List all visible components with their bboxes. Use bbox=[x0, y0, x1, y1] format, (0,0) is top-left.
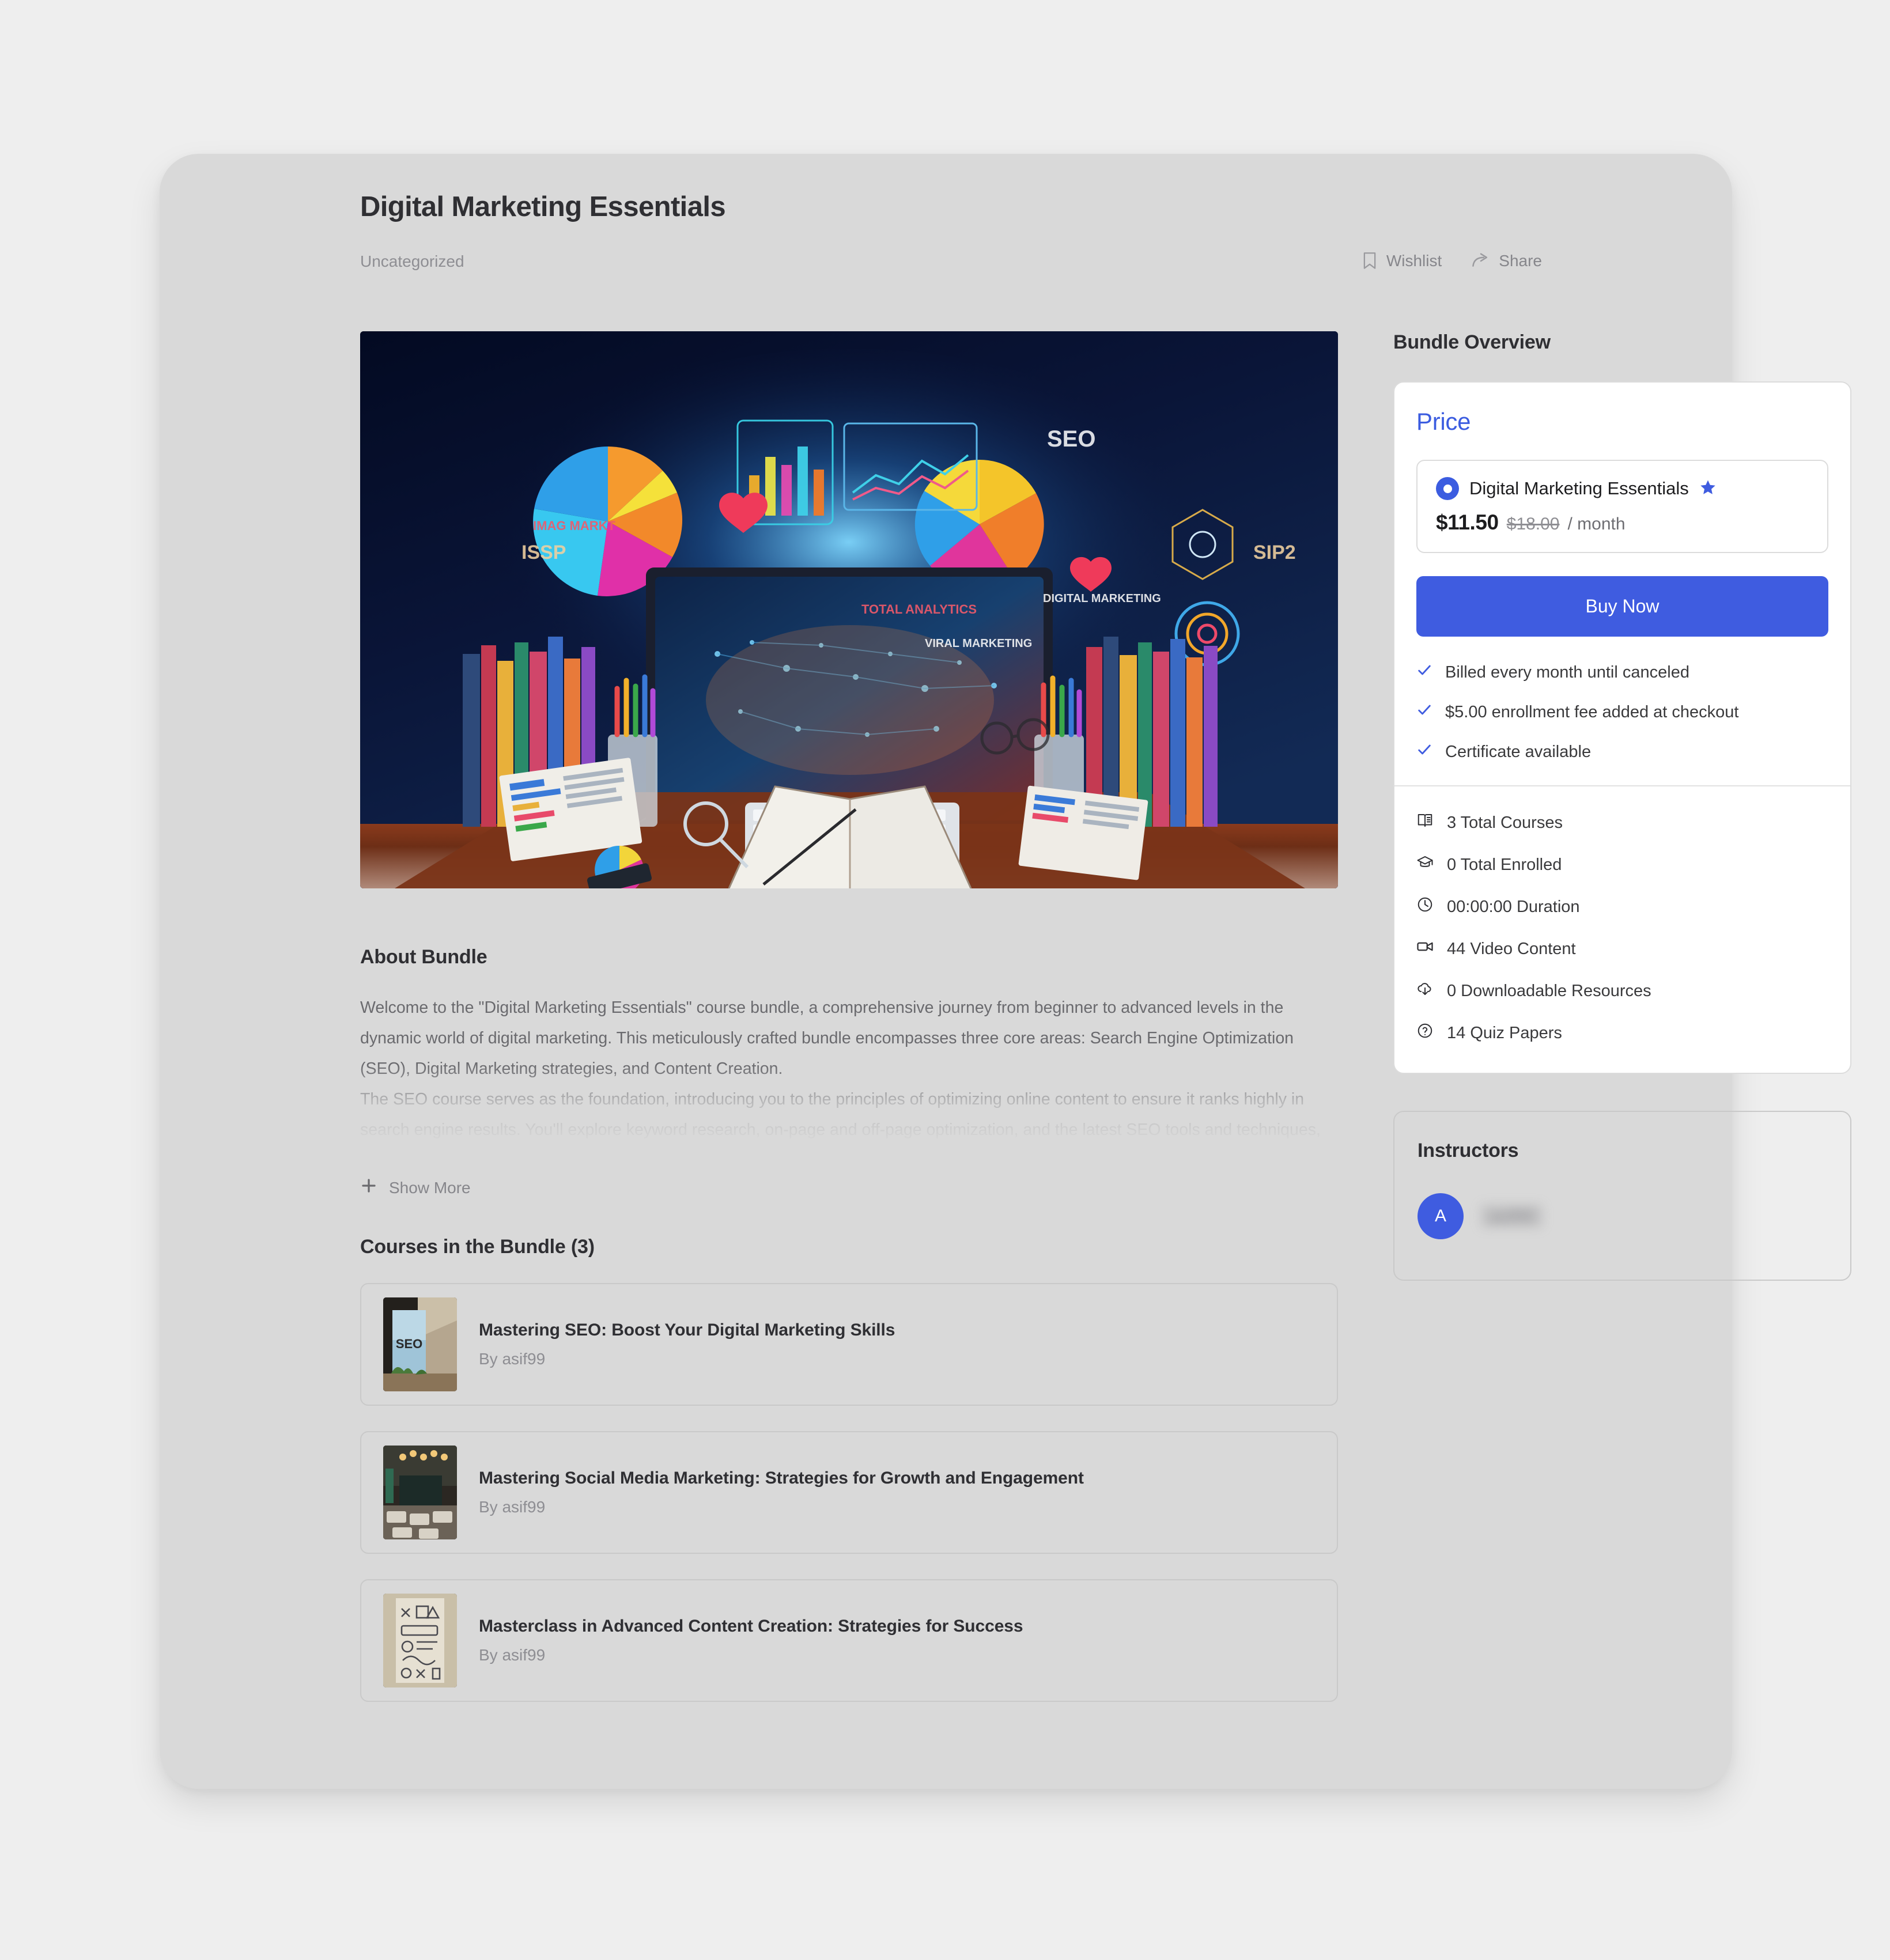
stat-label: 3 Total Courses bbox=[1447, 813, 1563, 832]
social-media-classroom-thumbnail bbox=[383, 1446, 457, 1539]
right-column: Bundle Overview Price Digital Marketing … bbox=[1393, 331, 1851, 1281]
price-original: $18.00 bbox=[1506, 514, 1560, 533]
share-icon bbox=[1472, 252, 1490, 270]
stat-label: 44 Video Content bbox=[1447, 939, 1576, 958]
plan-option[interactable]: Digital Marketing Essentials $11.50 $18.… bbox=[1416, 460, 1828, 553]
course-author: By asif99 bbox=[479, 1498, 546, 1516]
bookmark-icon bbox=[1362, 252, 1378, 270]
svg-text:DIGITAL MARKETING: DIGITAL MARKETING bbox=[1043, 592, 1161, 605]
benefit-label: $5.00 enrollment fee added at checkout bbox=[1445, 702, 1739, 721]
plan-name: Digital Marketing Essentials bbox=[1469, 478, 1689, 498]
benefit-label: Certificate available bbox=[1445, 742, 1592, 761]
stat-label: 0 Downloadable Resources bbox=[1447, 981, 1651, 1000]
benefit-item: Certificate available bbox=[1416, 741, 1828, 762]
book-icon bbox=[1416, 812, 1434, 834]
stat-item-total-courses: 3 Total Courses bbox=[1416, 812, 1828, 834]
question-circle-icon bbox=[1416, 1022, 1434, 1044]
course-title: Masterclass in Advanced Content Creation… bbox=[479, 1617, 1023, 1636]
course-title: Mastering Social Media Marketing: Strate… bbox=[479, 1469, 1084, 1488]
show-more-button[interactable]: Show More bbox=[360, 1177, 471, 1198]
header-actions: Wishlist Share bbox=[1362, 252, 1542, 270]
stat-label: 14 Quiz Papers bbox=[1447, 1023, 1562, 1042]
course-author: By asif99 bbox=[479, 1350, 546, 1368]
show-more-label: Show More bbox=[389, 1178, 471, 1197]
svg-text:VIRAL MARKETING: VIRAL MARKETING bbox=[925, 637, 1032, 650]
avatar: A bbox=[1418, 1193, 1464, 1239]
radio-selected-icon[interactable] bbox=[1436, 477, 1459, 500]
instructor-list-item[interactable]: A asif99 bbox=[1418, 1193, 1827, 1239]
price-card-body: Price Digital Marketing Essentials $11.5… bbox=[1394, 383, 1850, 785]
benefits-list: Billed every month until canceled $5.00 … bbox=[1416, 662, 1828, 762]
course-list-item[interactable]: SEO Mastering SEO: Boost Your Digital Ma… bbox=[360, 1283, 1338, 1406]
about-paragraph-2: The SEO course serves as the foundation,… bbox=[360, 1090, 1321, 1139]
seo-book-thumbnail: SEO bbox=[383, 1297, 457, 1391]
left-column: ISSP SIP2 SEO DIGITAL MARKETING VISUAL M… bbox=[360, 331, 1338, 1727]
bundle-overview-heading: Bundle Overview bbox=[1393, 331, 1551, 353]
category-label: Uncategorized bbox=[360, 252, 464, 270]
benefit-item: Billed every month until canceled bbox=[1416, 662, 1828, 683]
stat-item-total-enrolled: 0 Total Enrolled bbox=[1416, 854, 1828, 876]
svg-text:IMAG MARKT: IMAG MARKT bbox=[533, 519, 616, 533]
cloud-download-icon bbox=[1416, 980, 1434, 1002]
stat-item-quiz-papers: 14 Quiz Papers bbox=[1416, 1022, 1828, 1044]
courses-section-heading: Courses in the Bundle (3) bbox=[360, 1236, 595, 1258]
check-icon bbox=[1416, 741, 1432, 762]
course-meta: Mastering SEO: Boost Your Digital Market… bbox=[479, 1320, 895, 1368]
plan-row: Digital Marketing Essentials bbox=[1436, 477, 1809, 500]
course-title: Mastering SEO: Boost Your Digital Market… bbox=[479, 1320, 895, 1340]
buy-now-button[interactable]: Buy Now bbox=[1416, 576, 1828, 637]
course-meta: Masterclass in Advanced Content Creation… bbox=[479, 1617, 1023, 1664]
course-list-item[interactable]: Mastering Social Media Marketing: Strate… bbox=[360, 1431, 1338, 1554]
clock-icon bbox=[1416, 896, 1434, 918]
price-card: Price Digital Marketing Essentials $11.5… bbox=[1393, 381, 1851, 1074]
price-period: / month bbox=[1567, 514, 1626, 533]
svg-text:SEO: SEO bbox=[1047, 426, 1095, 452]
stat-label: 0 Total Enrolled bbox=[1447, 855, 1562, 874]
bundle-hero-image: ISSP SIP2 SEO DIGITAL MARKETING VISUAL M… bbox=[360, 331, 1338, 888]
courses-list: SEO Mastering SEO: Boost Your Digital Ma… bbox=[360, 1283, 1338, 1702]
stat-item-downloadable-resources: 0 Downloadable Resources bbox=[1416, 980, 1828, 1002]
instructor-name: asif99 bbox=[1481, 1205, 1543, 1228]
share-label: Share bbox=[1499, 252, 1542, 270]
price-current: $11.50 bbox=[1436, 510, 1499, 534]
svg-text:TOTAL ANALYTICS: TOTAL ANALYTICS bbox=[861, 602, 977, 616]
stat-label: 00:00:00 Duration bbox=[1447, 897, 1580, 916]
course-meta: Mastering Social Media Marketing: Strate… bbox=[479, 1469, 1084, 1516]
benefit-label: Billed every month until canceled bbox=[1445, 663, 1689, 682]
plus-icon bbox=[360, 1177, 377, 1198]
course-list-item[interactable]: Masterclass in Advanced Content Creation… bbox=[360, 1579, 1338, 1702]
video-camera-icon bbox=[1416, 938, 1434, 960]
about-bundle-heading: About Bundle bbox=[360, 946, 487, 968]
stat-item-video-content: 44 Video Content bbox=[1416, 938, 1828, 960]
check-icon bbox=[1416, 662, 1432, 683]
about-bundle-body: Welcome to the "Digital Marketing Essent… bbox=[360, 993, 1338, 1151]
svg-text:ISSP: ISSP bbox=[521, 542, 566, 563]
bundle-stats-list: 3 Total Courses 0 Total Enrolled 00:00:0… bbox=[1394, 786, 1850, 1073]
instructors-heading: Instructors bbox=[1418, 1140, 1519, 1161]
content-creation-sketch-thumbnail bbox=[383, 1594, 457, 1687]
about-paragraph-1: Welcome to the "Digital Marketing Essent… bbox=[360, 998, 1294, 1078]
wishlist-label: Wishlist bbox=[1386, 252, 1442, 270]
bundle-detail-panel: Digital Marketing Essentials Uncategoriz… bbox=[160, 154, 1851, 1789]
graduation-cap-icon bbox=[1416, 854, 1434, 876]
price-heading: Price bbox=[1416, 408, 1471, 435]
plan-price-row: $11.50 $18.00 / month bbox=[1436, 510, 1809, 535]
wishlist-button[interactable]: Wishlist bbox=[1362, 252, 1442, 270]
instructors-card: Instructors A asif99 bbox=[1393, 1111, 1851, 1281]
benefit-item: $5.00 enrollment fee added at checkout bbox=[1416, 702, 1828, 722]
check-icon bbox=[1416, 702, 1432, 722]
svg-text:SEO: SEO bbox=[396, 1337, 422, 1351]
stat-item-duration: 00:00:00 Duration bbox=[1416, 896, 1828, 918]
page-title: Digital Marketing Essentials bbox=[360, 191, 726, 222]
course-author: By asif99 bbox=[479, 1646, 546, 1664]
star-icon bbox=[1699, 479, 1717, 499]
svg-text:SIP2: SIP2 bbox=[1253, 542, 1296, 563]
share-button[interactable]: Share bbox=[1472, 252, 1542, 270]
